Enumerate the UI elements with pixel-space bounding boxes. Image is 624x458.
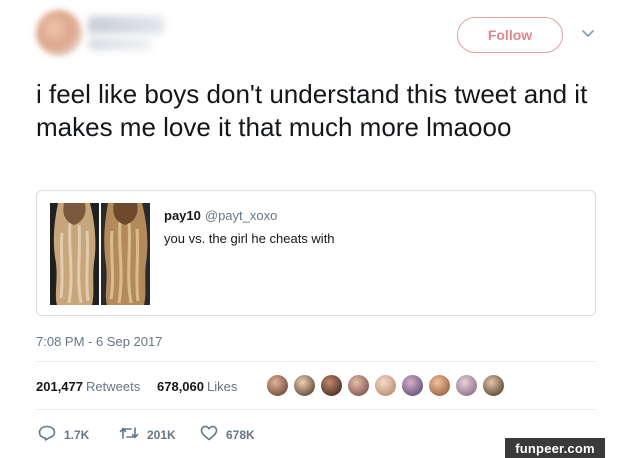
tweet-header: Follow: [0, 0, 624, 70]
author-avatar[interactable]: [36, 10, 82, 56]
quote-image-left: [50, 203, 99, 305]
author-handle-blurred: [88, 38, 152, 50]
liker-avatar[interactable]: [347, 374, 370, 397]
retweet-action-count: 201K: [147, 427, 176, 442]
retweet-label: Retweets: [86, 379, 141, 394]
liker-avatar[interactable]: [293, 374, 316, 397]
like-action-count: 678K: [226, 427, 255, 442]
follow-button[interactable]: Follow: [457, 17, 563, 53]
liker-avatar[interactable]: [266, 374, 289, 397]
quote-author-handle: @payt_xoxo: [204, 208, 278, 223]
heart-icon[interactable]: [200, 425, 218, 444]
quote-text: you vs. the girl he cheats with: [164, 231, 335, 246]
retweet-action[interactable]: 201K: [119, 425, 176, 444]
quoted-tweet[interactable]: pay10 @payt_xoxo you vs. the girl he chea…: [36, 190, 596, 316]
reply-count: 1.7K: [64, 427, 90, 442]
tweet-stats: 201,477 Retweets 678,060 Likes: [36, 362, 596, 408]
like-action[interactable]: 678K: [200, 425, 255, 444]
liker-avatar[interactable]: [320, 374, 343, 397]
quote-image-right: [101, 203, 150, 305]
retweet-count: 201,477: [36, 379, 83, 394]
quote-author[interactable]: pay10 @payt_xoxo: [164, 208, 277, 223]
divider: [36, 409, 596, 410]
liker-avatar[interactable]: [482, 374, 505, 397]
liker-avatar[interactable]: [401, 374, 424, 397]
tweet-text: i feel like boys don't understand this t…: [36, 79, 588, 142]
author-name-blurred[interactable]: [88, 16, 164, 34]
tweet-actions: 1.7K 201K 678K: [36, 420, 436, 450]
reply-action[interactable]: 1.7K: [38, 425, 89, 444]
retweet-stat[interactable]: 201,477 Retweets: [36, 379, 140, 394]
like-count: 678,060: [157, 379, 204, 394]
like-label: Likes: [207, 379, 238, 394]
like-stat[interactable]: 678,060 Likes: [157, 379, 237, 394]
liker-avatar[interactable]: [428, 374, 451, 397]
quote-author-name[interactable]: pay10: [164, 208, 201, 223]
retweet-icon[interactable]: [119, 425, 139, 444]
tweet-timestamp[interactable]: 7:08 PM - 6 Sep 2017: [36, 334, 162, 349]
reply-icon[interactable]: [38, 425, 56, 444]
liker-avatar[interactable]: [455, 374, 478, 397]
liker-avatar[interactable]: [374, 374, 397, 397]
watermark: funpeer.com: [505, 438, 605, 458]
chevron-down-icon[interactable]: [580, 26, 596, 42]
